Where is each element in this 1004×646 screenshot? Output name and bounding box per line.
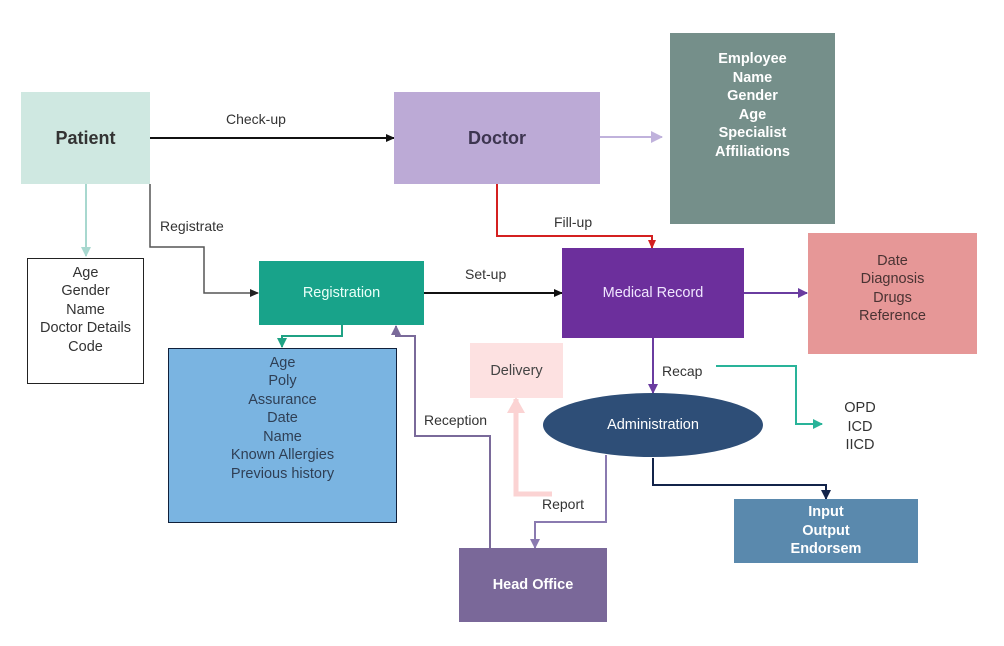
employee-info-line: Name xyxy=(732,69,773,86)
admin-output-line: Output xyxy=(802,522,850,539)
registration-info-line: Age xyxy=(269,354,296,371)
edge-registration-details xyxy=(277,325,343,348)
employee-info-line: Affiliations xyxy=(715,143,790,160)
recap-codes-node[interactable]: OPD ICD IICD xyxy=(828,398,892,456)
edge-label-recap: Recap xyxy=(662,363,703,379)
delivery-node[interactable]: Delivery xyxy=(470,343,563,398)
head-office-node-title: Head Office xyxy=(492,577,574,593)
recap-codes-line: OPD xyxy=(844,400,876,417)
registration-info-node[interactable]: Age Poly Assurance Date Name Known Allergies P… xyxy=(168,348,397,523)
record-info-line: Drugs xyxy=(873,289,912,306)
edge-label-reception: Reception xyxy=(424,412,488,428)
edge-registrate xyxy=(149,184,259,297)
registration-info-line: Assurance xyxy=(248,391,317,408)
patient-node[interactable]: Patient xyxy=(21,92,150,184)
recap-codes-line: IICD xyxy=(845,437,875,454)
registration-info-line: Name xyxy=(263,428,302,445)
registration-info-line: Known Allergies xyxy=(230,447,335,464)
record-info-line: Date xyxy=(877,252,908,269)
employee-info-node[interactable]: Employee Name Gender Age Specialist Affiliati… xyxy=(670,33,835,224)
administration-node-title: Administration xyxy=(607,417,699,433)
head-office-node[interactable]: Head Office xyxy=(459,548,607,622)
edge-label-setup: Set-up xyxy=(465,266,507,282)
registration-node[interactable]: Registration xyxy=(259,261,424,325)
recap-codes-line: ICD xyxy=(847,418,873,435)
employee-info-line: Specialist xyxy=(718,125,787,141)
patient-info-line: Gender xyxy=(61,283,110,300)
doctor-node-title: Doctor xyxy=(468,127,526,148)
doctor-node[interactable]: Doctor xyxy=(394,92,600,184)
admin-output-line: Input xyxy=(808,504,844,521)
administration-node[interactable]: Administration xyxy=(543,393,763,457)
employee-info-line: Employee xyxy=(718,51,787,67)
edge-label-registrate: Registrate xyxy=(160,218,224,234)
record-info-node[interactable]: Date Diagnosis Drugs Reference xyxy=(808,233,977,354)
employee-info-line: Age xyxy=(738,106,767,123)
registration-info-line: Previous history xyxy=(230,465,335,482)
patient-info-line: Name xyxy=(66,301,105,318)
edge-admin-output xyxy=(652,458,831,500)
record-info-line: Diagnosis xyxy=(860,271,925,287)
admin-output-node[interactable]: Input Output Endorsem xyxy=(734,499,918,563)
registration-info-line: Poly xyxy=(268,373,297,390)
medical-record-node-title: Medical Record xyxy=(602,285,704,301)
edge-label-fillup: Fill-up xyxy=(554,214,593,230)
edge-label-checkup: Check-up xyxy=(226,111,286,127)
patient-info-line: Age xyxy=(72,264,99,281)
record-info-line: Reference xyxy=(859,308,926,324)
registration-node-title: Registration xyxy=(302,285,381,301)
medical-record-node[interactable]: Medical Record xyxy=(562,248,744,338)
patient-node-title: Patient xyxy=(55,127,116,148)
edge-label-report: Report xyxy=(542,496,585,512)
patient-info-line: Doctor Details xyxy=(39,320,132,337)
registration-info-line: Date xyxy=(267,410,298,427)
patient-info-node[interactable]: Age Gender Name Doctor Details Code xyxy=(27,258,144,384)
admin-output-line: Endorsem xyxy=(790,541,862,558)
delivery-node-title: Delivery xyxy=(490,362,543,379)
patient-info-line: Code xyxy=(68,338,103,355)
employee-info-line: Gender xyxy=(727,88,778,104)
